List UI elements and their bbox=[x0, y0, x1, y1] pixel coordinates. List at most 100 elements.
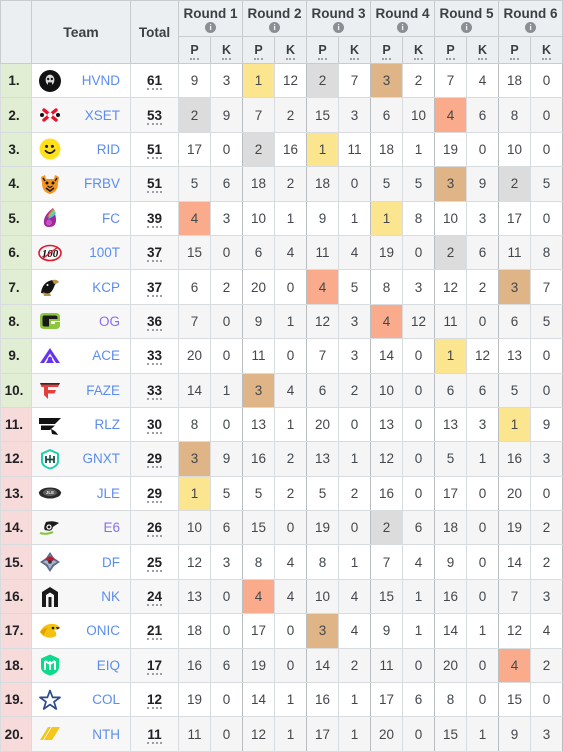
team-name[interactable]: OG bbox=[99, 314, 124, 329]
subheader-r6-points[interactable]: P bbox=[498, 36, 531, 64]
team-name[interactable]: DF bbox=[102, 555, 124, 570]
team-cell[interactable]: FRBV bbox=[31, 166, 131, 202]
points-cell-r3: 15 bbox=[306, 97, 339, 133]
subheader-r4-kills[interactable]: K bbox=[402, 36, 435, 64]
team-cell[interactable]: OG bbox=[31, 303, 131, 340]
kills-cell-r6: 7 bbox=[530, 269, 563, 305]
team-name[interactable]: NK bbox=[101, 589, 124, 604]
team-cell[interactable]: KCP bbox=[31, 269, 131, 305]
team-cell[interactable]: XSET bbox=[31, 97, 131, 133]
kills-cell-r1: 0 bbox=[210, 578, 243, 615]
team-name[interactable]: RID bbox=[97, 142, 124, 157]
points-cell-r2: 8 bbox=[242, 544, 275, 580]
subheader-r6-kills[interactable]: K bbox=[530, 36, 563, 64]
kills-cell-r1: 6 bbox=[210, 510, 243, 546]
team-name[interactable]: KCP bbox=[92, 280, 124, 295]
subheader-r3-kills[interactable]: K bbox=[338, 36, 371, 64]
points-cell-r6: 10 bbox=[498, 131, 531, 168]
og-logo bbox=[38, 309, 62, 333]
points-cell-r5: 15 bbox=[434, 716, 467, 752]
subheader-r1-kills[interactable]: K bbox=[210, 36, 243, 64]
team-name[interactable]: RLZ bbox=[94, 417, 124, 432]
info-icon[interactable]: i bbox=[525, 21, 536, 33]
team-cell[interactable]: NTH bbox=[31, 716, 131, 752]
team-cell[interactable]: NK bbox=[31, 578, 131, 615]
team-name[interactable]: E6 bbox=[103, 520, 124, 535]
team-cell[interactable]: RLZ bbox=[31, 406, 131, 443]
team-cell[interactable]: HVND bbox=[31, 62, 131, 99]
subheader-r2-kills[interactable]: K bbox=[274, 36, 307, 64]
points-cell-r1: 20 bbox=[178, 338, 211, 374]
subheader-r2-points[interactable]: P bbox=[242, 36, 275, 64]
team-cell[interactable]: 100 100T bbox=[31, 234, 131, 271]
team-name[interactable]: XSET bbox=[85, 108, 124, 123]
jle-logo: JLE bbox=[38, 481, 62, 505]
team-name[interactable]: ONIC bbox=[86, 623, 124, 638]
kills-cell-r4: 0 bbox=[402, 441, 435, 477]
team-name[interactable]: EIQ bbox=[97, 658, 124, 673]
points-cell-r2: 19 bbox=[242, 647, 275, 684]
subheader-r3-points[interactable]: P bbox=[306, 36, 339, 64]
total-value: 21 bbox=[146, 623, 163, 641]
info-icon[interactable]: i bbox=[269, 21, 280, 33]
team-cell[interactable]: GNXT bbox=[31, 441, 131, 477]
team-name[interactable]: GNXT bbox=[82, 451, 124, 466]
info-icon[interactable]: i bbox=[205, 21, 216, 33]
team-cell[interactable]: ONIC bbox=[31, 613, 131, 649]
points-cell-r5: 1 bbox=[434, 338, 467, 374]
kills-cell-r6: 0 bbox=[530, 62, 563, 99]
subheader-r5-points[interactable]: P bbox=[434, 36, 467, 64]
points-cell-r4: 1 bbox=[370, 200, 403, 236]
team-cell[interactable]: RID bbox=[31, 131, 131, 168]
rank-cell: 18. bbox=[0, 647, 32, 684]
team-cell[interactable]: FAZE bbox=[31, 372, 131, 408]
info-icon[interactable]: i bbox=[333, 21, 344, 33]
kills-cell-r5: 0 bbox=[466, 682, 499, 718]
team-name[interactable]: ACE bbox=[92, 348, 124, 363]
points-cell-r4: 4 bbox=[370, 303, 403, 340]
points-cell-r2: 20 bbox=[242, 269, 275, 305]
team-cell[interactable]: COL bbox=[31, 682, 131, 718]
kills-cell-r4: 5 bbox=[402, 166, 435, 202]
info-icon[interactable]: i bbox=[397, 21, 408, 33]
points-cell-r1: 15 bbox=[178, 234, 211, 271]
kills-cell-r4: 1 bbox=[402, 613, 435, 649]
team-name[interactable]: FRBV bbox=[84, 176, 124, 191]
team-name[interactable]: COL bbox=[92, 692, 124, 707]
team-cell[interactable]: ACE bbox=[31, 338, 131, 374]
team-name[interactable]: NTH bbox=[92, 727, 124, 742]
team-name[interactable]: FAZE bbox=[86, 383, 124, 398]
points-cell-r3: 5 bbox=[306, 475, 339, 512]
team-name[interactable]: FC bbox=[102, 211, 124, 226]
rank-cell: 5. bbox=[0, 200, 32, 236]
subheader-r4-points[interactable]: P bbox=[370, 36, 403, 64]
team-cell[interactable]: FC bbox=[31, 200, 131, 236]
round-5-label: Round 5 bbox=[439, 5, 494, 21]
kills-cell-r6: 3 bbox=[530, 441, 563, 477]
points-cell-r3: 11 bbox=[306, 234, 339, 271]
team-cell[interactable]: JLE JLE bbox=[31, 475, 131, 512]
total-value: 37 bbox=[146, 245, 163, 263]
kills-cell-r6: 2 bbox=[530, 647, 563, 684]
kills-cell-r2: 1 bbox=[274, 303, 307, 340]
total-value: 39 bbox=[146, 210, 163, 228]
points-cell-r5: 4 bbox=[434, 97, 467, 133]
rank-cell: 11. bbox=[0, 406, 32, 443]
info-icon[interactable]: i bbox=[461, 21, 472, 33]
kills-cell-r6: 0 bbox=[530, 97, 563, 133]
team-name[interactable]: JLE bbox=[97, 486, 124, 501]
team-name[interactable]: 100T bbox=[89, 245, 124, 260]
team-cell[interactable]: E6 bbox=[31, 510, 131, 546]
total-cell: 24 bbox=[130, 578, 179, 615]
points-cell-r4: 19 bbox=[370, 234, 403, 271]
team-name[interactable]: HVND bbox=[82, 73, 124, 88]
subheader-r5-kills[interactable]: K bbox=[466, 36, 499, 64]
total-value: 61 bbox=[146, 73, 163, 91]
subheader-r1-points[interactable]: P bbox=[178, 36, 211, 64]
points-cell-r6: 15 bbox=[498, 682, 531, 718]
points-cell-r4: 18 bbox=[370, 131, 403, 168]
team-cell[interactable]: DF bbox=[31, 544, 131, 580]
team-cell[interactable]: EIQ bbox=[31, 647, 131, 684]
column-header-round-2: Round 2 i bbox=[242, 0, 307, 38]
kills-cell-r5: 2 bbox=[466, 269, 499, 305]
